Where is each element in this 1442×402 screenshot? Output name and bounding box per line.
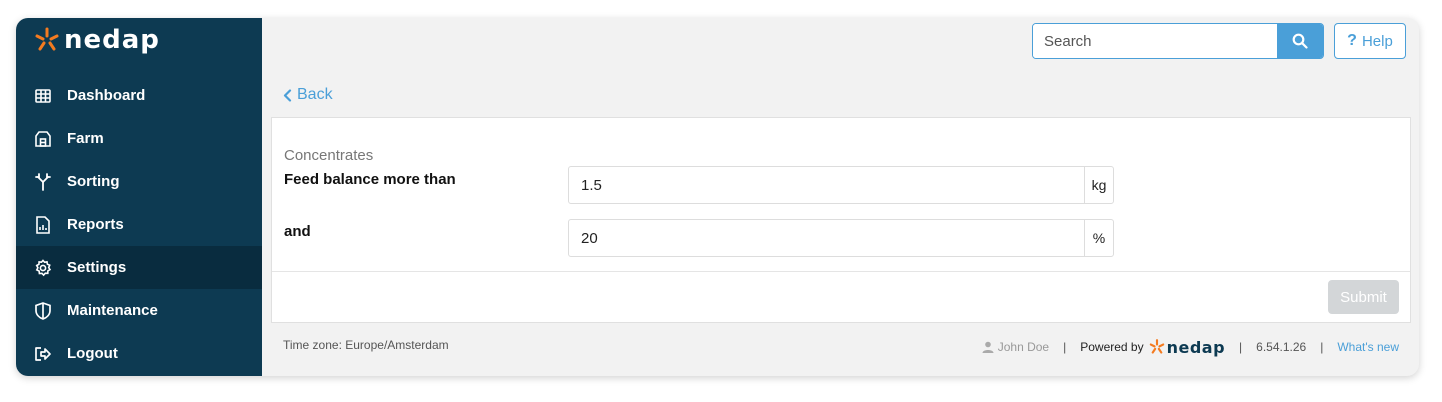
logout-icon bbox=[33, 344, 53, 364]
sidebar-item-label: Settings bbox=[67, 259, 127, 276]
search-icon bbox=[1292, 33, 1308, 49]
settings-form-card: Concentrates Feed balance more than kg a… bbox=[271, 117, 1411, 323]
gear-icon bbox=[33, 258, 53, 278]
back-link[interactable]: Back bbox=[283, 86, 333, 104]
sidebar-item-label: Maintenance bbox=[67, 302, 158, 319]
unit-addon-kg: kg bbox=[1084, 167, 1113, 203]
version-text: 6.54.1.26 bbox=[1256, 340, 1307, 354]
help-button[interactable]: ? Help bbox=[1334, 23, 1406, 59]
sidebar-item-label: Logout bbox=[67, 345, 118, 362]
main-content: ? Help Back Concentrates Feed balance mo… bbox=[262, 18, 1419, 376]
star-logo-icon bbox=[35, 27, 59, 51]
percentage-label: and bbox=[284, 223, 311, 240]
submit-button[interactable]: Submit bbox=[1328, 280, 1399, 314]
sidebar-item-label: Dashboard bbox=[67, 87, 146, 104]
fork-icon bbox=[33, 172, 53, 192]
sidebar-item-sorting[interactable]: Sorting bbox=[16, 160, 262, 203]
footer-right: John Doe | Powered by nedap | 6.54.1.26 … bbox=[982, 336, 1399, 358]
unit-addon-percent: % bbox=[1084, 220, 1113, 256]
search-button[interactable] bbox=[1277, 24, 1323, 58]
logo-wordmark: nedap bbox=[64, 25, 160, 55]
sidebar-item-label: Farm bbox=[67, 130, 104, 147]
sidebar-item-logout[interactable]: Logout bbox=[16, 332, 262, 375]
help-label: Help bbox=[1361, 32, 1393, 50]
feed-balance-input[interactable] bbox=[569, 167, 1084, 203]
barn-icon bbox=[33, 129, 53, 149]
section-title: Concentrates bbox=[284, 147, 374, 164]
question-mark-icon: ? bbox=[1347, 32, 1357, 49]
nedap-logo[interactable]: nedap bbox=[34, 26, 160, 54]
feed-balance-label: Feed balance more than bbox=[284, 171, 456, 188]
percentage-input-group: % bbox=[568, 219, 1114, 257]
star-logo-icon bbox=[1149, 339, 1164, 354]
feed-balance-input-group: kg bbox=[568, 166, 1114, 204]
footer-logo-wordmark: nedap bbox=[1166, 337, 1226, 357]
powered-by-text: Powered by bbox=[1080, 340, 1144, 354]
sidebar-item-farm[interactable]: Farm bbox=[16, 117, 262, 160]
separator: | bbox=[1320, 340, 1324, 354]
whats-new-link[interactable]: What's new bbox=[1337, 340, 1399, 354]
sidebar-item-reports[interactable]: Reports bbox=[16, 203, 262, 246]
user-name: John Doe bbox=[997, 340, 1050, 354]
sidebar-item-dashboard[interactable]: Dashboard bbox=[16, 74, 262, 117]
footer-nedap-logo: nedap bbox=[1149, 338, 1225, 357]
timezone-text: Time zone: Europe/Amsterdam bbox=[283, 338, 449, 352]
chevron-left-icon bbox=[283, 88, 292, 102]
separator: | bbox=[1063, 340, 1067, 354]
percentage-input[interactable] bbox=[569, 220, 1084, 256]
search-input[interactable] bbox=[1033, 24, 1277, 58]
back-label: Back bbox=[297, 86, 333, 103]
sidebar-item-label: Reports bbox=[67, 216, 124, 233]
report-icon bbox=[33, 215, 53, 235]
footer: Time zone: Europe/Amsterdam John Doe | P… bbox=[262, 336, 1419, 358]
sidebar-item-maintenance[interactable]: Maintenance bbox=[16, 289, 262, 332]
app-window: nedap Dashboard Farm Sorting Reports Set… bbox=[16, 18, 1419, 376]
grid-icon bbox=[33, 86, 53, 106]
separator: | bbox=[1239, 340, 1243, 354]
sidebar-item-settings[interactable]: Settings bbox=[16, 246, 262, 289]
shield-icon bbox=[33, 301, 53, 321]
card-divider bbox=[272, 271, 1410, 272]
user-icon bbox=[982, 341, 994, 353]
sidebar: nedap Dashboard Farm Sorting Reports Set… bbox=[16, 18, 262, 376]
search-box bbox=[1032, 23, 1324, 59]
sidebar-item-label: Sorting bbox=[67, 173, 120, 190]
